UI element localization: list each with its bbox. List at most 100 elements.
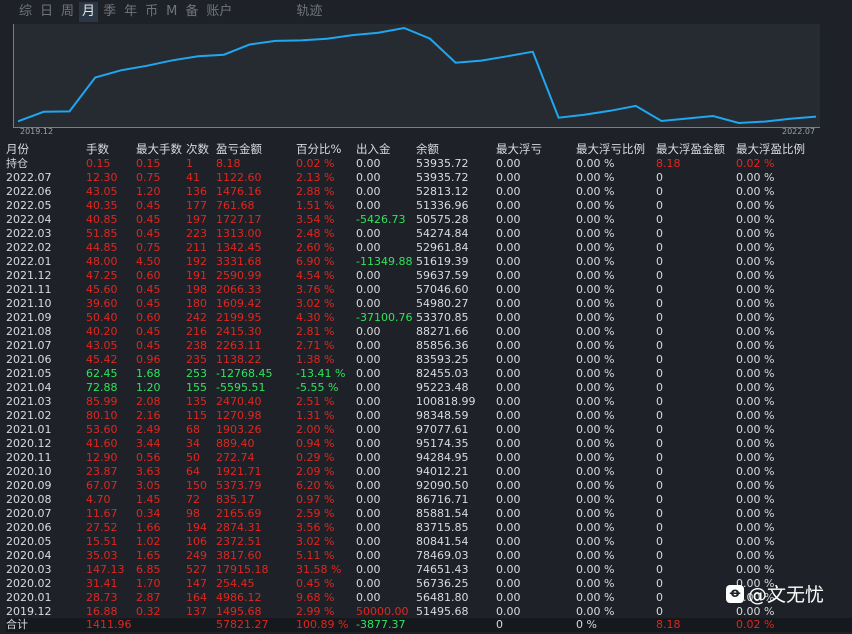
table-row[interactable]: 2020.08 4.70 1.45 72 835.17 0.97 % 0.00 86716.7… — [6, 493, 852, 507]
cell-bal: 57046.60 — [416, 283, 469, 296]
cell-mddp: 0.00 % — [576, 381, 615, 394]
cell-maxlots: 0.15 — [136, 157, 161, 170]
cell-mfep: 0.00 % — [736, 283, 775, 296]
cell-pnl: 2199.95 — [216, 311, 262, 324]
cell-lots: 72.88 — [86, 381, 118, 394]
table-row[interactable]: 2021.10 39.60 0.45 180 1609.42 3.02 % 0.00 5498… — [6, 297, 852, 311]
cell-pct: 4.54 % — [296, 269, 335, 282]
cell-mfe: 0 — [656, 297, 663, 310]
total-cell-mfep: 0.02 % — [736, 618, 775, 631]
tab-5[interactable]: 年 — [121, 2, 140, 22]
table-row[interactable]: 2020.12 41.60 3.44 34 889.40 0.94 % 0.00 95174.… — [6, 437, 852, 451]
cell-mddp: 0.00 % — [576, 185, 615, 198]
cell-mddp: 0.00 % — [576, 507, 615, 520]
total-cell-mddp: 0 % — [576, 618, 597, 631]
table-row[interactable]: 2021.07 43.05 0.45 238 2263.11 2.71 % 0.00 8585… — [6, 339, 852, 353]
table-row[interactable]: 2021.08 40.20 0.45 216 2415.30 2.81 % 0.00 8827… — [6, 325, 852, 339]
tab-7[interactable]: M — [163, 2, 180, 22]
tab-10[interactable]: 轨迹 — [293, 2, 325, 22]
cell-mfe: 0 — [656, 605, 663, 618]
cell-maxlots: 1.68 — [136, 367, 161, 380]
table-row[interactable]: 2020.06 27.52 1.66 194 2874.31 3.56 % 0.00 8371… — [6, 521, 852, 535]
tab-4[interactable]: 季 — [100, 2, 119, 22]
table-row[interactable]: 2022.07 12.30 0.75 41 1122.60 2.13 % 0.00 53935… — [6, 171, 852, 185]
table-row[interactable]: 2021.11 45.60 0.45 198 2066.33 3.76 % 0.00 5704… — [6, 283, 852, 297]
table-row[interactable]: 2020.09 67.07 3.05 150 5373.79 6.20 % 0.00 9209… — [6, 479, 852, 493]
cell-mdd: 0.00 — [496, 479, 521, 492]
cell-mdd: 0.00 — [496, 269, 521, 282]
table-row[interactable]: 2020.05 15.51 1.02 106 2372.51 3.02 % 0.00 8084… — [6, 535, 852, 549]
column-header[interactable]: 最大手数 — [136, 142, 186, 157]
column-header[interactable]: 余额 — [416, 142, 496, 157]
cell-cnt: 136 — [186, 185, 207, 198]
tab-0[interactable]: 综 — [16, 2, 35, 22]
column-header[interactable]: 手数 — [86, 142, 136, 157]
table-row[interactable]: 2021.12 47.25 0.60 191 2590.99 4.54 % 0.00 5963… — [6, 269, 852, 283]
cell-lots: 45.60 — [86, 283, 118, 296]
cell-cnt: 211 — [186, 241, 207, 254]
tab-1[interactable]: 日 — [37, 2, 56, 22]
cell-mddp: 0.00 % — [576, 241, 615, 254]
cell-bal: 52813.12 — [416, 185, 469, 198]
cell-flow: 0.00 — [356, 507, 381, 520]
table-row[interactable]: 2021.02 80.10 2.16 115 1270.98 1.31 % 0.00 9834… — [6, 409, 852, 423]
cell-lots: 31.41 — [86, 577, 118, 590]
cell-lots: 53.60 — [86, 423, 118, 436]
cell-pct: -13.41 % — [296, 367, 346, 380]
cell-mfep: 0.00 % — [736, 605, 775, 618]
cell-mfep: 0.00 % — [736, 199, 775, 212]
table-row[interactable]: 2020.03 147.13 6.85 527 17915.18 31.58 % 0.00 7… — [6, 563, 852, 577]
cell-cnt: 197 — [186, 213, 207, 226]
column-header[interactable]: 最大浮盈金额 — [656, 142, 736, 157]
cell-flow: 0.00 — [356, 423, 381, 436]
table-row[interactable]: 2022.01 48.00 4.50 192 3331.68 6.90 % -11349.8… — [6, 255, 852, 269]
cell-mdd: 0.00 — [496, 423, 521, 436]
cell-maxlots: 1.70 — [136, 577, 161, 590]
table-row[interactable]: 2021.06 45.42 0.96 235 1138.22 1.38 % 0.00 8359… — [6, 353, 852, 367]
table-row[interactable]: 2021.03 85.99 2.08 135 2470.40 2.51 % 0.00 1008… — [6, 395, 852, 409]
cell-mdd: 0.00 — [496, 339, 521, 352]
tab-6[interactable]: 币 — [142, 2, 161, 22]
cell-bal: 88271.66 — [416, 325, 469, 338]
column-header[interactable]: 出入金 — [356, 142, 416, 157]
table-row[interactable]: 2020.04 35.03 1.65 249 3817.60 5.11 % 0.00 7846… — [6, 549, 852, 563]
column-header[interactable]: 月份 — [6, 142, 86, 157]
table-row[interactable]: 2022.05 40.35 0.45 177 761.68 1.51 % 0.00 51336… — [6, 199, 852, 213]
cell-m: 2020.01 — [6, 591, 52, 604]
tab-9[interactable]: 账户 — [203, 2, 235, 22]
tab-2[interactable]: 周 — [58, 2, 77, 22]
table-row[interactable]: 2021.09 50.40 0.60 242 2199.95 4.30 % -37100.7… — [6, 311, 852, 325]
table-row[interactable]: 2019.12 16.88 0.32 137 1495.68 2.99 % 50000.00… — [6, 605, 852, 619]
table-row[interactable]: 2022.04 40.85 0.45 197 1727.17 3.54 % -5426.73… — [6, 213, 852, 227]
tab-3[interactable]: 月 — [79, 2, 99, 22]
column-header[interactable]: 盈亏金额 — [216, 142, 296, 157]
table-row[interactable]: 2020.07 11.67 0.34 98 2165.69 2.59 % 0.00 85881… — [6, 507, 852, 521]
column-header[interactable]: 最大浮盈比例 — [736, 142, 812, 157]
column-header[interactable]: 百分比% — [296, 142, 356, 157]
cell-cnt: 177 — [186, 199, 207, 212]
cell-cnt: 180 — [186, 297, 207, 310]
column-header[interactable]: 最大浮亏比例 — [576, 142, 656, 157]
table-row[interactable]: 2022.03 51.85 0.45 223 1313.00 2.48 % 0.00 5427… — [6, 227, 852, 241]
cell-m: 2020.07 — [6, 507, 52, 520]
tab-8[interactable]: 备 — [182, 2, 201, 22]
table-row[interactable]: 2021.05 62.45 1.68 253 -12768.45 -13.41 % 0.00… — [6, 367, 852, 381]
table-row[interactable]: 2020.11 12.90 0.56 50 272.74 0.29 % 0.00 94284.… — [6, 451, 852, 465]
cell-mfe: 0 — [656, 241, 663, 254]
table-row[interactable]: 2021.04 72.88 1.20 155 -5595.51 -5.55 % 0.00 95… — [6, 381, 852, 395]
table-row[interactable]: 2022.06 43.05 1.20 136 1476.16 2.88 % 0.00 5281… — [6, 185, 852, 199]
table-row[interactable]: 2022.02 44.85 0.75 211 1342.45 2.60 % 0.00 5296… — [6, 241, 852, 255]
cell-mfe: 0 — [656, 451, 663, 464]
cell-mfep: 0.00 % — [736, 409, 775, 422]
cell-mdd: 0.00 — [496, 521, 521, 534]
cell-mdd: 0.00 — [496, 241, 521, 254]
table-row[interactable]: 2021.01 53.60 2.49 68 1903.26 2.00 % 0.00 97077… — [6, 423, 852, 437]
table-row[interactable]: 2020.10 23.87 3.63 64 1921.71 2.09 % 0.00 94012… — [6, 465, 852, 479]
cell-mdd: 0.00 — [496, 563, 521, 576]
cell-maxlots: 1.45 — [136, 493, 161, 506]
column-header[interactable]: 次数 — [186, 142, 216, 157]
column-header[interactable]: 最大浮亏 — [496, 142, 576, 157]
cell-m: 2021.09 — [6, 311, 52, 324]
total-cell-lots: 1411.96 — [86, 618, 132, 631]
table-row[interactable]: 持仓 0.15 0.15 1 8.18 0.02 % 0.00 53935.72 0.00 0.0… — [6, 157, 852, 171]
